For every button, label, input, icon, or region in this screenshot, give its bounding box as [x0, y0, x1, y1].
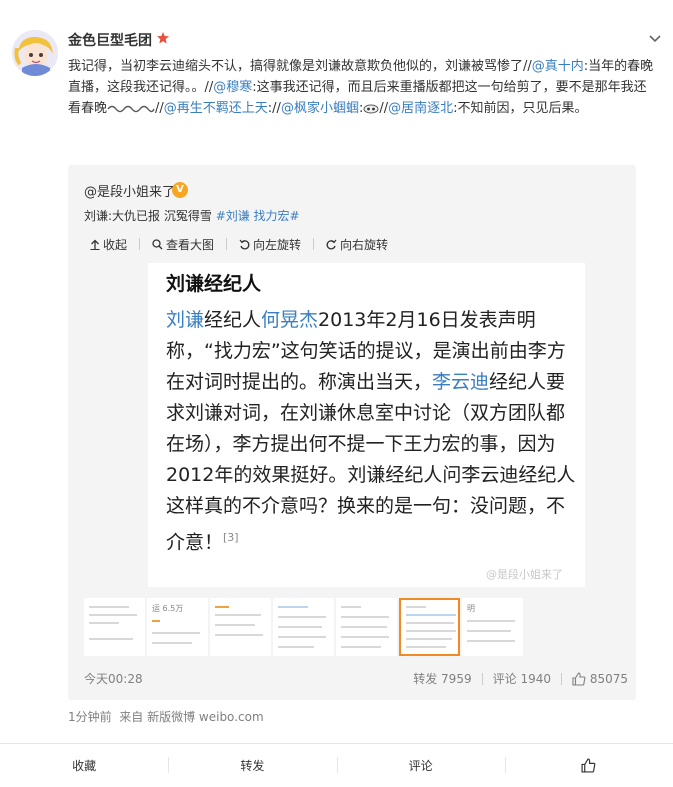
- post-text-segment: :不知前因，只见后果。: [453, 101, 588, 116]
- image-watermark: @是段小姐来了: [486, 568, 563, 581]
- image-text-segment: 经纪人: [204, 309, 262, 331]
- image-toolbar: 收起 查看大图 向左旋转 向右旋转: [90, 235, 400, 253]
- like-count: 85075: [589, 671, 628, 686]
- post-source: 来自 新版微博 weibo.com: [119, 710, 264, 724]
- favorite-button[interactable]: 收藏: [0, 744, 168, 787]
- image-text-segment: 经纪人要求刘谦对词，在刘谦休息室中讨论（双方团队都在场），李方提出何不提一下王力…: [166, 371, 576, 554]
- like-button[interactable]: [504, 744, 673, 787]
- thumbs-up-icon: [572, 671, 586, 686]
- mention-link[interactable]: @枫家小蝈蝈: [281, 101, 359, 116]
- repost-author[interactable]: @是段小姐来了: [84, 181, 175, 200]
- repost-button-label: 转发: [240, 759, 265, 773]
- post-text-main: 我记得，当初李云迪缩头不认，搞得就像是刘谦故意欺负他似的，刘谦被骂惨了//: [68, 59, 532, 74]
- rotate-left-icon: [239, 239, 250, 249]
- thumbnail-text: 明: [467, 604, 475, 613]
- view-large-button[interactable]: 查看大图: [152, 236, 214, 253]
- repost-count-link[interactable]: 转发 7959: [413, 670, 471, 687]
- thumbnail[interactable]: [273, 598, 334, 656]
- chevron-down-icon[interactable]: [648, 34, 662, 44]
- rotate-right-label: 向右旋转: [340, 237, 389, 252]
- repost-count: 7959: [441, 671, 472, 686]
- toolbar-divider: [226, 238, 228, 250]
- verified-star-icon: [157, 32, 169, 44]
- view-large-label: 查看大图: [166, 237, 215, 252]
- rotate-right-icon: [326, 239, 337, 249]
- author-name[interactable]: 金色巨型毛团: [68, 30, 152, 50]
- author-avatar[interactable]: [12, 30, 58, 76]
- thumbnail[interactable]: [336, 598, 397, 656]
- large-image[interactable]: 刘谦经纪人 刘谦经纪人何晃杰2013年2月16日发表声明称，“找力宏”这句笑话的…: [148, 263, 585, 587]
- action-bar: 收藏 转发 评论: [0, 743, 673, 787]
- hashtag-link[interactable]: #刘谦 找力宏#: [216, 209, 300, 223]
- post-text-segment: ://: [267, 101, 281, 116]
- toolbar-divider: [139, 238, 141, 250]
- magnifier-icon: [152, 238, 163, 249]
- comment-button-label: 评论: [408, 759, 433, 773]
- post-meta: 1分钟前 来自 新版微博 weibo.com: [68, 708, 264, 725]
- post-time[interactable]: 1分钟前: [68, 710, 112, 724]
- stats-divider: [481, 672, 483, 685]
- thumbnail[interactable]: 运 6.5万: [147, 598, 208, 656]
- thumbnail[interactable]: [210, 598, 271, 656]
- thumbnail-strip: 运 6.5万 明: [84, 598, 525, 656]
- wavy-emoji-icon: [107, 105, 155, 112]
- rotate-right-button[interactable]: 向右旋转: [326, 236, 388, 253]
- comment-label: 评论: [492, 672, 517, 686]
- collapse-icon: [90, 239, 100, 250]
- comment-count-link[interactable]: 评论 1940: [493, 670, 551, 687]
- thumbnail-selected[interactable]: [399, 598, 460, 656]
- citation-ref: [3]: [223, 531, 239, 544]
- verified-badge-icon: V: [172, 182, 188, 198]
- thumbs-up-icon: [581, 758, 596, 773]
- repost-button[interactable]: 转发: [168, 744, 336, 787]
- mention-link[interactable]: @居南逐北: [388, 101, 453, 116]
- rotate-left-button[interactable]: 向左旋转: [239, 236, 301, 253]
- collapse-button[interactable]: 收起: [90, 236, 127, 253]
- weibo-post-card: 金色巨型毛团 我记得，当初李云迪缩头不认，搞得就像是刘谦故意欺负他似的，刘谦被骂…: [0, 0, 673, 787]
- repost-time[interactable]: 今天00:28: [84, 670, 143, 687]
- image-link-text: 刘谦: [166, 309, 205, 331]
- repost-text: 刘谦:大仇已报 沉冤得雪 #刘谦 找力宏#: [84, 207, 300, 224]
- like-count-link[interactable]: 85075: [572, 672, 628, 686]
- comment-button[interactable]: 评论: [336, 744, 505, 787]
- post-text-segment: //: [379, 101, 389, 116]
- stats-divider: [560, 672, 562, 685]
- mention-link[interactable]: @穆寒: [213, 80, 252, 95]
- thumbnail[interactable]: 明: [462, 598, 523, 656]
- repost-stats: 转发 7959 评论 1940 85075: [403, 670, 628, 687]
- image-link-text: 何晃杰: [261, 309, 319, 331]
- reposted-content: @是段小姐来了 V 刘谦:大仇已报 沉冤得雪 #刘谦 找力宏# 收起 查看大图 …: [68, 165, 636, 700]
- rotate-left-label: 向左旋转: [253, 237, 302, 252]
- post-text-segment: //: [155, 101, 164, 116]
- eyes-emoji-icon: [363, 104, 379, 113]
- toolbar-divider: [313, 238, 315, 250]
- collapse-label: 收起: [103, 237, 128, 252]
- image-link-text: 李云迪: [432, 371, 490, 393]
- comment-count: 1940: [520, 671, 551, 686]
- image-title: 刘谦经纪人: [166, 273, 262, 295]
- favorite-label: 收藏: [72, 759, 97, 773]
- repost-label: 转发: [413, 672, 438, 686]
- image-text: 刘谦经纪人何晃杰2013年2月16日发表声明称，“找力宏”这句笑话的提议，是演出…: [166, 305, 576, 558]
- thumbnail-text: 运 6.5万: [152, 604, 184, 613]
- post-content: 我记得，当初李云迪缩头不认，搞得就像是刘谦故意欺负他似的，刘谦被骂惨了//@真十…: [68, 56, 658, 119]
- thumbnail[interactable]: [84, 598, 145, 656]
- mention-link[interactable]: @真十内: [532, 59, 584, 74]
- mention-link[interactable]: @再生不羁还上天: [164, 101, 268, 116]
- repost-text-body: 刘谦:大仇已报 沉冤得雪: [84, 209, 216, 223]
